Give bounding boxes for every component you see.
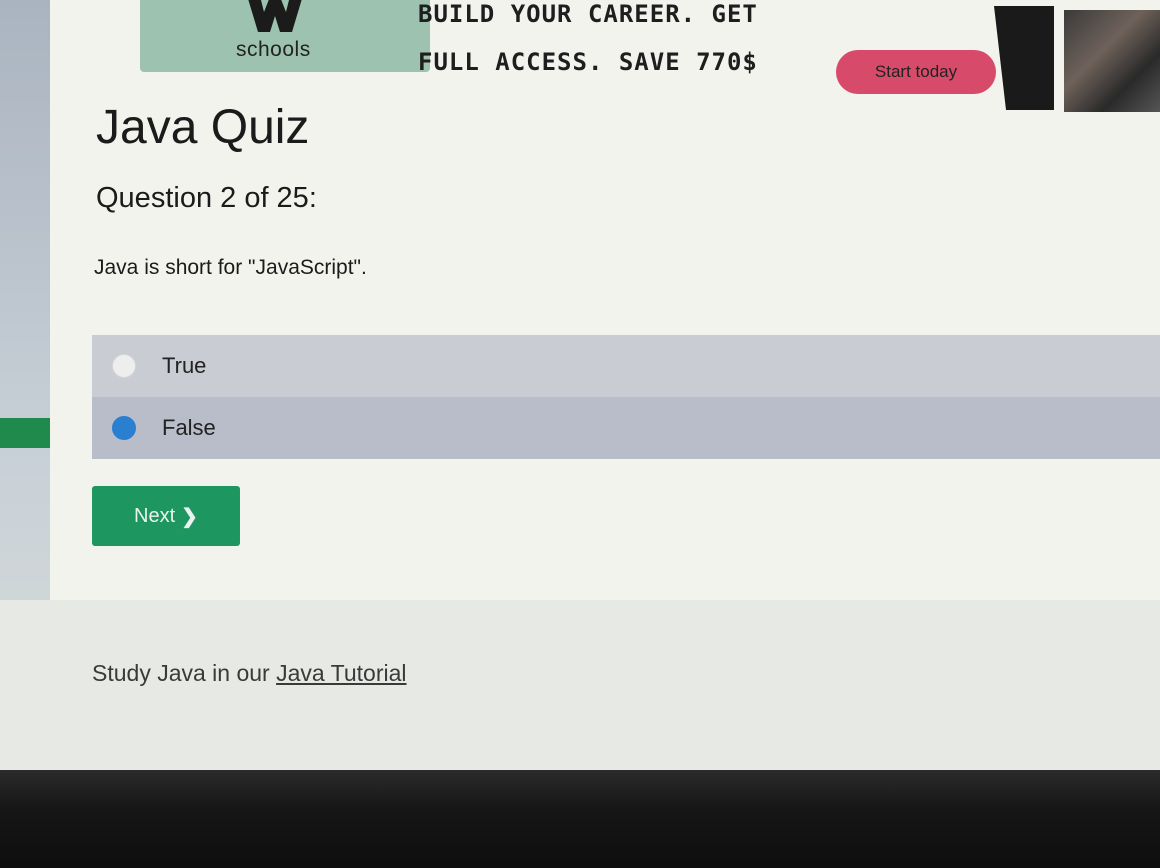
option-false[interactable]: False: [92, 397, 1160, 459]
ad-photo: [1064, 10, 1160, 112]
option-true[interactable]: True: [92, 335, 1160, 397]
footer-area: [0, 600, 1160, 780]
next-button[interactable]: Next ❯: [92, 486, 240, 546]
next-button-label: Next: [134, 504, 176, 527]
question-number: Question 2 of 25:: [96, 182, 317, 214]
study-text: Study Java in our: [92, 660, 277, 686]
radio-true[interactable]: [112, 354, 136, 378]
chevron-right-icon: ❯: [181, 505, 198, 528]
start-today-button[interactable]: Start today: [836, 50, 996, 94]
option-false-label: False: [162, 415, 216, 440]
w-logo-icon: [248, 0, 302, 32]
ad-headline-line2: FULL ACCESS. SAVE 770$: [418, 48, 758, 76]
quiz-page: schools BUILD YOUR CAREER. GET FULL ACCE…: [50, 0, 1160, 600]
ad-headline-line1: BUILD YOUR CAREER. GET: [418, 0, 758, 28]
ad-graphic-shape: [994, 6, 1054, 110]
monitor-bezel: [0, 770, 1160, 868]
question-text: Java is short for "JavaScript".: [94, 256, 367, 279]
left-edge-green-marker: [0, 418, 50, 448]
w3schools-logo[interactable]: schools: [140, 0, 430, 72]
page-title: Java Quiz: [96, 101, 310, 154]
logo-text: schools: [236, 38, 311, 61]
java-tutorial-link[interactable]: Java Tutorial: [276, 660, 406, 686]
study-line: Study Java in our Java Tutorial: [92, 660, 407, 687]
advertisement-banner: schools BUILD YOUR CAREER. GET FULL ACCE…: [50, 0, 1160, 112]
radio-false[interactable]: [112, 416, 136, 440]
option-true-label: True: [162, 353, 207, 378]
